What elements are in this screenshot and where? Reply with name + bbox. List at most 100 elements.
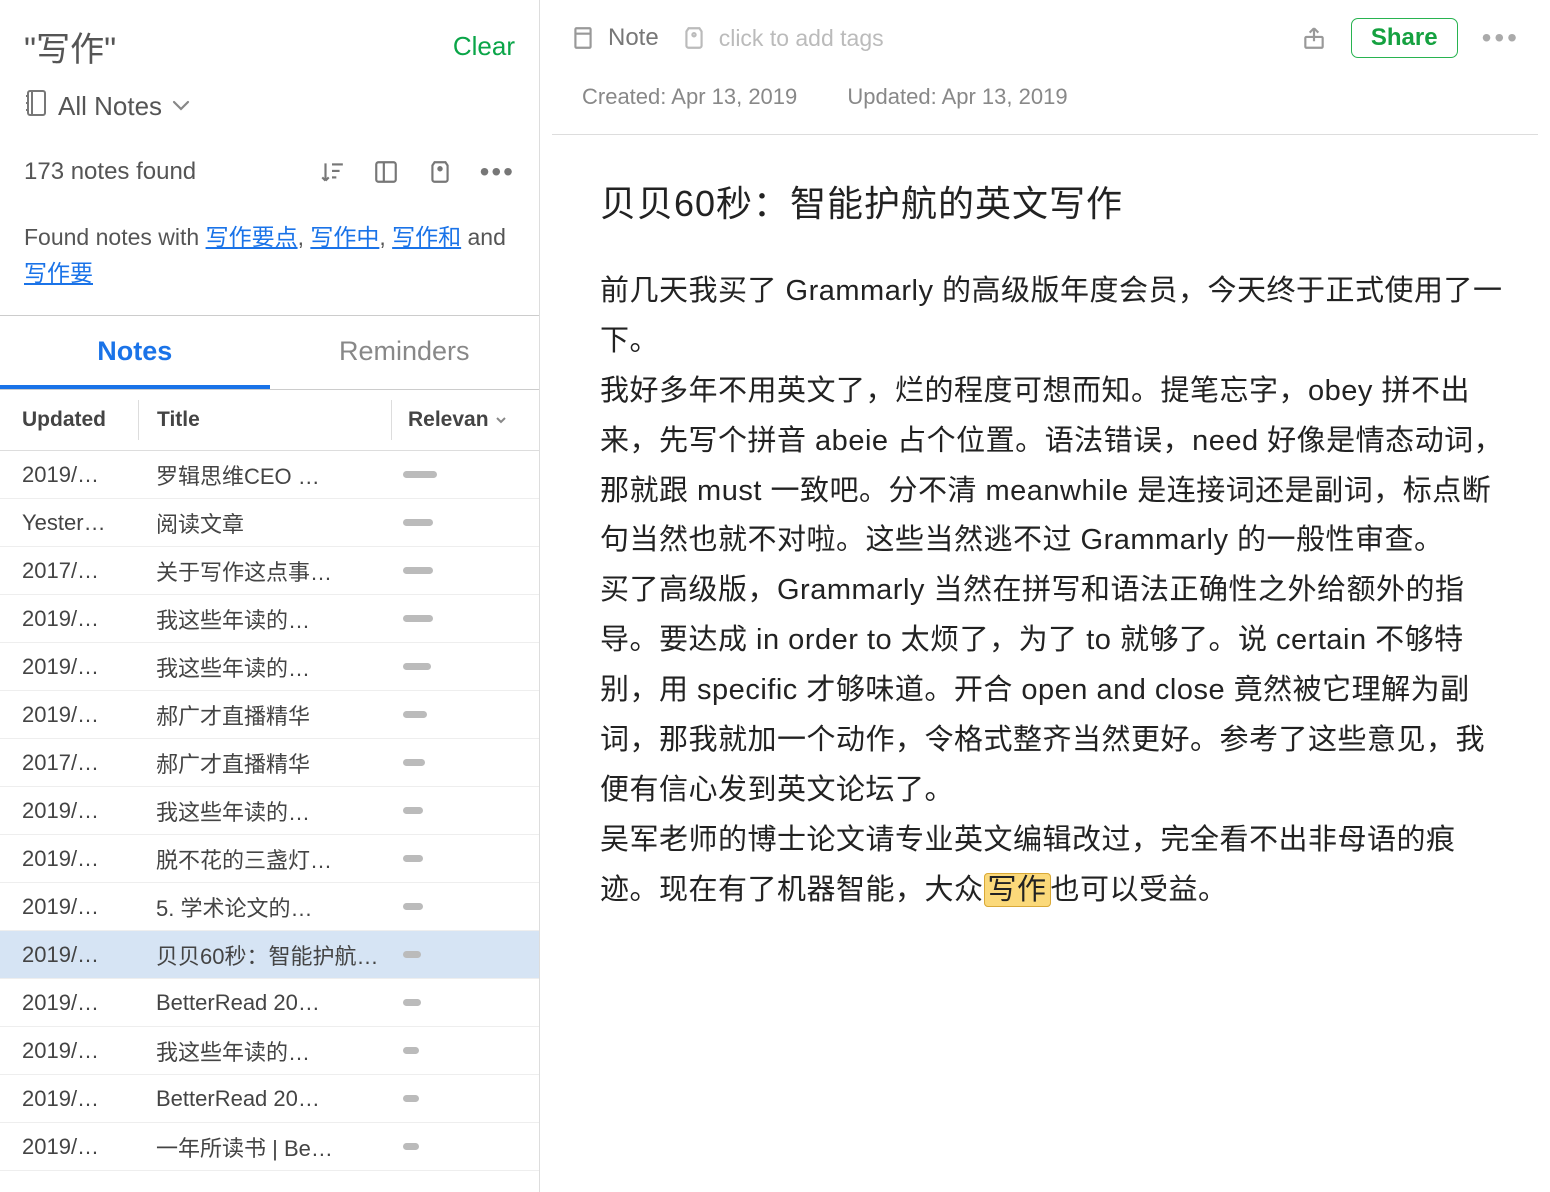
relevance-bar: [403, 1143, 419, 1150]
share-button[interactable]: Share: [1351, 18, 1458, 58]
suggestion-link[interactable]: 写作中: [310, 224, 379, 250]
note-row[interactable]: 2017/…关于写作这点事…: [0, 547, 539, 595]
note-content[interactable]: 前几天我买了 Grammarly 的高级版年度会员，今天终于正式使用了一下。 我…: [600, 267, 1504, 915]
cell-title: 我这些年读的…: [138, 1035, 391, 1067]
note-row[interactable]: 2019/…我这些年读的…: [0, 643, 539, 691]
cell-relevance: [391, 615, 539, 622]
note-icon[interactable]: [570, 25, 596, 51]
cell-relevance: [391, 663, 539, 670]
clear-button[interactable]: Clear: [453, 31, 515, 62]
topbar-more-icon[interactable]: •••: [1482, 22, 1520, 54]
cell-title: BetterRead 20…: [138, 990, 391, 1016]
cell-relevance: [391, 1143, 539, 1150]
topbar: Note click to add tags Share •••: [540, 0, 1550, 72]
note-body[interactable]: 贝贝60秒：智能护航的英文写作 前几天我买了 Grammarly 的高级版年度会…: [540, 135, 1550, 1192]
suggestion-link[interactable]: 写作要: [24, 260, 93, 286]
cell-title: 我这些年读的…: [138, 795, 391, 827]
paragraph[interactable]: 前几天我买了 Grammarly 的高级版年度会员，今天终于正式使用了一下。: [600, 267, 1504, 367]
note-row[interactable]: 2019/…我这些年读的…: [0, 595, 539, 643]
cell-title: 关于写作这点事…: [138, 555, 391, 587]
cell-title: 郝广才直播精华: [138, 699, 391, 731]
cell-updated: 2019/…: [0, 1086, 138, 1112]
relevance-bar: [403, 999, 421, 1006]
col-updated[interactable]: Updated: [0, 400, 138, 440]
relevance-bar: [403, 1095, 419, 1102]
cell-relevance: [391, 807, 539, 814]
relevance-bar: [403, 807, 423, 814]
sort-icon[interactable]: [318, 158, 346, 186]
cell-updated: 2017/…: [0, 558, 138, 584]
tag-outline-icon[interactable]: [681, 25, 707, 51]
paragraph[interactable]: 买了高级版，Grammarly 当然在拼写和语法正确性之外给额外的指导。要达成 …: [600, 566, 1504, 815]
cell-updated: 2019/…: [0, 894, 138, 920]
found-with: Found notes with 写作要点, 写作中, 写作和 and 写作要: [0, 206, 539, 316]
suggestion-link[interactable]: 写作要点: [206, 224, 298, 250]
tags-input[interactable]: click to add tags: [719, 25, 884, 52]
sidebar: "写作" Clear All Notes 173 notes found •••…: [0, 0, 540, 1192]
tab-notes[interactable]: Notes: [0, 316, 270, 389]
col-title[interactable]: Title: [138, 400, 391, 440]
note-row[interactable]: 2019/…我这些年读的…: [0, 1027, 539, 1075]
cell-title: 阅读文章: [138, 507, 391, 539]
search-term[interactable]: "写作": [24, 22, 116, 71]
created-date: Created: Apr 13, 2019: [582, 84, 797, 109]
notebook-selector[interactable]: All Notes: [0, 81, 539, 142]
more-icon[interactable]: •••: [480, 156, 515, 188]
cell-relevance: [391, 711, 539, 718]
cell-relevance: [391, 1047, 539, 1054]
relevance-bar: [403, 663, 431, 670]
note-row[interactable]: 2019/…一年所读书 | Be…: [0, 1123, 539, 1171]
cell-relevance: [391, 1095, 539, 1102]
col-relevance-label: Relevan: [408, 408, 489, 432]
note-row[interactable]: 2019/…罗辑思维CEO …: [0, 451, 539, 499]
cell-updated: 2019/…: [0, 1038, 138, 1064]
relevance-bar: [403, 615, 433, 622]
tab-reminders[interactable]: Reminders: [270, 316, 540, 389]
sort-caret-icon: [495, 412, 507, 428]
cell-relevance: [391, 855, 539, 862]
cell-relevance: [391, 519, 539, 526]
cell-updated: 2019/…: [0, 1134, 138, 1160]
cell-updated: 2019/…: [0, 798, 138, 824]
cell-updated: 2017/…: [0, 750, 138, 776]
suggestion-link[interactable]: 写作和: [392, 224, 461, 250]
cell-title: 一年所读书 | Be…: [138, 1131, 391, 1163]
col-relevance[interactable]: Relevan: [391, 400, 539, 440]
note-row[interactable]: 2019/…贝贝60秒：智能护航的英文…: [0, 931, 539, 979]
note-row[interactable]: Yester…阅读文章: [0, 499, 539, 547]
share-out-icon[interactable]: [1301, 25, 1327, 51]
cell-title: BetterRead 20…: [138, 1086, 391, 1112]
note-title[interactable]: 贝贝60秒：智能护航的英文写作: [600, 175, 1504, 227]
cell-title: 罗辑思维CEO …: [138, 459, 391, 491]
note-row[interactable]: 2019/…BetterRead 20…: [0, 1075, 539, 1123]
main-panel: Note click to add tags Share ••• Created…: [540, 0, 1550, 1192]
search-header: "写作" Clear: [0, 0, 539, 81]
relevance-bar: [403, 711, 427, 718]
cell-updated: 2019/…: [0, 462, 138, 488]
count-row: 173 notes found •••: [0, 142, 539, 206]
cell-relevance: [391, 903, 539, 910]
note-row[interactable]: 2019/…脱不花的三盏灯…: [0, 835, 539, 883]
note-row[interactable]: 2017/…郝广才直播精华: [0, 739, 539, 787]
note-row[interactable]: 2019/…我这些年读的…: [0, 787, 539, 835]
paragraph[interactable]: 我好多年不用英文了，烂的程度可想而知。提笔忘字，obey 拼不出来，先写个拼音 …: [600, 367, 1504, 567]
list-header: Updated Title Relevan: [0, 390, 539, 451]
toolbar-icons: •••: [318, 156, 515, 188]
cell-updated: 2019/…: [0, 606, 138, 632]
note-row[interactable]: 2019/…郝广才直播精华: [0, 691, 539, 739]
note-type-label[interactable]: Note: [608, 24, 659, 52]
note-list[interactable]: 2019/…罗辑思维CEO …Yester…阅读文章2017/…关于写作这点事……: [0, 451, 539, 1192]
relevance-bar: [403, 903, 423, 910]
relevance-bar: [403, 951, 421, 958]
note-row[interactable]: 2019/…5. 学术论文的…: [0, 883, 539, 931]
tag-icon[interactable]: [426, 158, 454, 186]
cell-updated: Yester…: [0, 510, 138, 536]
relevance-bar: [403, 519, 433, 526]
found-and: and: [468, 224, 506, 250]
paragraph[interactable]: 吴军老师的博士论文请专业英文编辑改过，完全看不出非母语的痕迹。现在有了机器智能，…: [600, 816, 1504, 916]
text-run: 也可以受益。: [1051, 874, 1228, 906]
view-icon[interactable]: [372, 158, 400, 186]
cell-relevance: [391, 951, 539, 958]
note-row[interactable]: 2019/…BetterRead 20…: [0, 979, 539, 1027]
cell-relevance: [391, 999, 539, 1006]
